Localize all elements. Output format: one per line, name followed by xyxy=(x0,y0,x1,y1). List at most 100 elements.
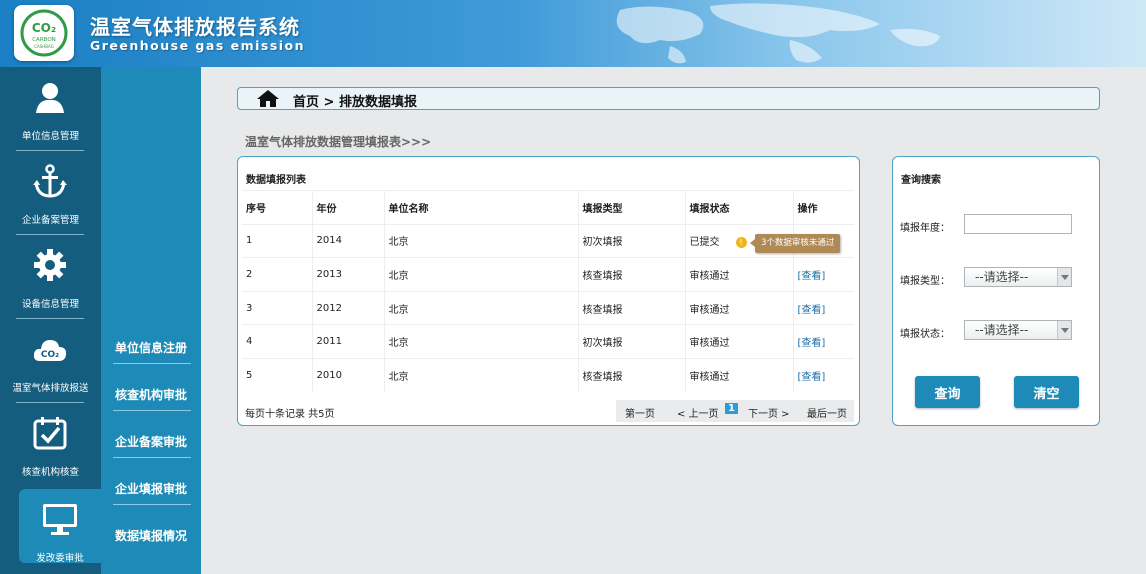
status-text: 已提交 xyxy=(689,237,720,249)
cell-unit: 北京 xyxy=(384,290,579,325)
monitor-icon xyxy=(43,504,77,535)
table-row: 4 2011 北京 初次填报 审核通过 [查看] xyxy=(242,324,854,359)
cell-status: 审核通过 xyxy=(685,324,794,359)
nav-item-equipment-info[interactable]: 设备信息管理 xyxy=(0,235,101,319)
subnav-item-report-approval[interactable]: 企业填报审批 xyxy=(113,480,193,505)
chevron-down-icon[interactable] xyxy=(1057,268,1071,286)
cell-year: 2014 xyxy=(312,223,385,258)
cell-action: [查看] xyxy=(793,357,854,393)
cell-type: 初次填报 xyxy=(578,324,686,359)
nav-label: 企业备案管理 xyxy=(21,215,79,226)
subnav-item-data-status[interactable]: 数据填报情况 xyxy=(115,527,193,544)
view-link[interactable]: [查看] xyxy=(798,372,826,383)
search-panel: 查询搜索 填报年度： 填报类型： --请选择-- 填报状态： --请选择-- 查… xyxy=(892,156,1100,426)
column-header: 填报状态 xyxy=(685,190,794,225)
data-list-panel: 数据填报列表 序号 年份 单位名称 填报类型 填报状态 操作 1 2014 北京… xyxy=(237,156,860,426)
cell-unit: 北京 xyxy=(384,324,579,359)
table-row: 3 2012 北京 核查填报 审核通过 [查看] xyxy=(242,290,854,325)
cell-type: 核查填报 xyxy=(578,290,686,325)
view-link[interactable]: [查看] xyxy=(798,305,826,316)
status-select[interactable]: --请选择-- xyxy=(964,320,1072,340)
panel-title: 数据填报列表 xyxy=(246,175,306,186)
type-select[interactable]: --请选择-- xyxy=(964,267,1072,287)
nav-label: 设备信息管理 xyxy=(21,299,79,310)
breadcrumb-text[interactable]: 首页 > 排放数据填报 xyxy=(293,91,417,110)
nav-label: 核查机构核查 xyxy=(21,467,79,478)
nav-item-enterprise-filing[interactable]: 企业备案管理 xyxy=(0,151,101,235)
table-header-row: 序号 年份 单位名称 填报类型 填报状态 操作 xyxy=(242,190,854,225)
cell-no: 5 xyxy=(242,357,313,393)
nav-item-ndrc-approval[interactable]: 发改委审批 xyxy=(19,489,101,564)
subnav-item-filing-approval[interactable]: 企业备案审批 xyxy=(113,433,193,458)
cell-year: 2011 xyxy=(312,324,385,359)
cell-status: 审核通过 xyxy=(685,290,794,325)
view-link[interactable]: [查看] xyxy=(798,271,826,282)
cell-action: [查看] xyxy=(793,324,854,359)
cell-no: 2 xyxy=(242,257,313,292)
cell-unit: 北京 xyxy=(384,257,579,292)
first-page-link[interactable]: 第一页 xyxy=(625,405,655,420)
cell-action: [查看] xyxy=(793,290,854,325)
divider xyxy=(113,410,191,411)
year-input[interactable] xyxy=(964,214,1072,234)
table-row: 5 2010 北京 核查填报 审核通过 [查看] xyxy=(242,357,854,393)
subnav-label: 数据填报情况 xyxy=(115,529,188,543)
calendar-check-icon xyxy=(33,417,67,450)
co2-cloud-icon: CO₂ xyxy=(33,340,67,361)
view-link[interactable]: [查看] xyxy=(798,338,826,349)
subnav-item-unit-registration[interactable]: 单位信息注册 xyxy=(113,339,193,364)
current-page[interactable]: 1 xyxy=(725,403,738,414)
nav-item-verification[interactable]: 核查机构核查 xyxy=(0,403,101,487)
svg-text:CO₂: CO₂ xyxy=(32,21,56,35)
last-page-link[interactable]: 最后一页 xyxy=(807,405,847,420)
column-header: 填报类型 xyxy=(578,190,686,225)
cell-unit: 北京 xyxy=(384,357,579,393)
type-select-value: --请选择-- xyxy=(975,270,1029,284)
breadcrumb: 首页 > 排放数据填报 xyxy=(237,87,1100,110)
section-title: 温室气体排放数据管理填报表>>> xyxy=(245,135,432,149)
data-table: 序号 年份 单位名称 填报类型 填报状态 操作 1 2014 北京 初次填报 已… xyxy=(242,190,854,393)
year-label: 填报年度： xyxy=(900,223,950,234)
subnav-label: 企业填报审批 xyxy=(115,482,188,496)
user-icon xyxy=(36,83,64,113)
prev-page-link[interactable]: < 上一页 xyxy=(677,405,719,420)
subnav-item-verifier-approval[interactable]: 核查机构审批 xyxy=(113,386,193,411)
app-header: CO₂ CARBON CASHBAG 温室气体排放报告系统 Greenhouse… xyxy=(0,0,1146,67)
nav-item-unit-info[interactable]: 单位信息管理 xyxy=(0,67,101,151)
next-page-link[interactable]: 下一页 > xyxy=(748,405,790,420)
home-icon[interactable] xyxy=(256,89,280,108)
nav-label: 温室气体排放报送 xyxy=(12,383,89,394)
cell-no: 3 xyxy=(242,290,313,325)
carbon-logo: CO₂ CARBON CASHBAG xyxy=(14,5,74,61)
type-label: 填报类型： xyxy=(900,276,950,287)
world-map-decoration xyxy=(616,3,940,64)
table-footer: 每页十条记录 共5页 第一页 < 上一页 1 下一页 > 最后一页 xyxy=(242,400,854,422)
cell-status: 审核通过 xyxy=(685,257,794,292)
gear-icon xyxy=(34,249,66,281)
sub-sidebar: 单位信息注册 核查机构审批 企业备案审批 企业填报审批 数据填报情况 xyxy=(101,67,201,574)
cell-no: 1 xyxy=(242,223,313,258)
cell-no: 4 xyxy=(242,324,313,359)
warning-icon[interactable]: ! xyxy=(735,236,747,248)
app-title: 温室气体排放报告系统 xyxy=(90,15,300,39)
panel-title: 查询搜索 xyxy=(901,175,941,186)
svg-text:CO₂: CO₂ xyxy=(41,350,59,360)
divider xyxy=(113,457,191,458)
nav-item-emission-report[interactable]: CO₂ 温室气体排放报送 xyxy=(0,319,101,403)
clear-button[interactable]: 清空 xyxy=(1014,376,1079,408)
cell-type: 初次填报 xyxy=(578,223,686,258)
nav-label: 单位信息管理 xyxy=(21,131,79,142)
chevron-down-icon[interactable] xyxy=(1057,321,1071,339)
cell-year: 2013 xyxy=(312,257,385,292)
column-header: 操作 xyxy=(793,190,854,225)
cell-year: 2010 xyxy=(312,357,385,393)
cell-unit: 北京 xyxy=(384,223,579,258)
cell-year: 2012 xyxy=(312,290,385,325)
page-info: 每页十条记录 共5页 xyxy=(245,409,335,420)
pagination: 第一页 < 上一页 1 下一页 > 最后一页 xyxy=(616,400,854,422)
cell-status: 审核通过 xyxy=(685,357,794,393)
app-subtitle: Greenhouse gas emission xyxy=(90,38,306,53)
subnav-label: 核查机构审批 xyxy=(115,388,188,402)
subnav-label: 单位信息注册 xyxy=(115,341,188,355)
query-button[interactable]: 查询 xyxy=(915,376,980,408)
